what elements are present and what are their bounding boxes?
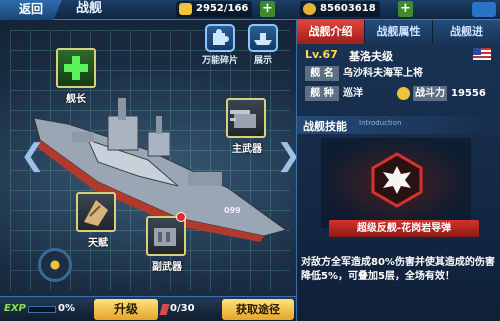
exp-bar [28, 306, 56, 313]
add-cross-icon [64, 56, 88, 80]
info-panel: 战舰介绍 战舰属性 战舰进 Lv.67 基洛夫级 舰 名 乌沙科夫海军上将 舰 … [296, 20, 500, 321]
combat-power-value: 19556 [451, 88, 486, 99]
talent-slot[interactable] [76, 192, 116, 232]
tab-ship-attributes[interactable]: 战舰属性 [365, 20, 433, 44]
gold-coin-icon [303, 3, 316, 15]
page-title: 战舰 [76, 1, 103, 16]
captain-label: 舰长 [66, 94, 86, 105]
skills-header: 战舰技能 Introduction [297, 116, 500, 134]
ship-type-label: 舰 种 [305, 86, 339, 101]
ship-name-value: 乌沙科夫海军上将 [343, 68, 423, 79]
showcase-label: 展示 [254, 56, 273, 66]
panel-tabs: 战舰介绍 战舰属性 战舰进 [297, 20, 500, 44]
upgrade-button[interactable]: 升级 [94, 299, 158, 320]
ship-class: 基洛夫级 [349, 50, 393, 63]
gold-counter: 85603618 [300, 1, 380, 17]
skills-subtitle: Introduction [359, 119, 402, 127]
bottom-bar: EXP 0% 升级 0/30 获取途径 [0, 296, 296, 321]
talent-scroll-icon [84, 200, 108, 226]
fragment-icon [159, 304, 170, 315]
sub-weapon-slot[interactable] [146, 216, 186, 256]
skill-name-banner: 超级反舰-花岗岩导弹 [329, 220, 479, 237]
ship-info: Lv.67 基洛夫级 舰 名 乌沙科夫海军上将 舰 种 巡洋 战斗力 19556 [301, 44, 497, 114]
add-fuel-button[interactable]: + [260, 1, 275, 17]
combat-power-icon [397, 87, 410, 100]
tab-ship-advance[interactable]: 战舰进 [433, 20, 500, 44]
fuel-icon [179, 3, 192, 15]
sub-weapon-launcher-icon [154, 228, 176, 246]
top-bar: 返回 战舰 2952/166 + 85603618 + [0, 0, 500, 20]
radar-icon [38, 248, 72, 282]
ship-level: Lv.67 [305, 48, 338, 61]
usa-flag-icon [473, 48, 491, 60]
gem-icon[interactable] [472, 2, 496, 17]
puzzle-icon [213, 29, 229, 45]
exp-label: EXP [4, 303, 26, 314]
hull-number: 099 [224, 206, 241, 215]
main-weapon-label: 主武器 [232, 144, 262, 155]
notification-dot-icon [176, 212, 186, 222]
main-gun-turret-icon [230, 110, 256, 128]
ship-type-row: 舰 种 巡洋 [305, 86, 395, 101]
universal-fragment-label: 万能碎片 [202, 56, 239, 66]
tab-ship-intro[interactable]: 战舰介绍 [297, 20, 365, 44]
exp-percent: 0% [58, 303, 75, 314]
captain-slot[interactable] [56, 48, 96, 88]
missile-explosion-icon[interactable] [369, 152, 425, 208]
combat-power-row: 战斗力 19556 [413, 86, 497, 101]
skills-title: 战舰技能 [303, 120, 347, 133]
skill-description: 对敌方全军造成80%伤害并使其造成的伤害降低5%，可叠加5层，全场有效！ [301, 257, 495, 282]
main-weapon-slot[interactable] [226, 98, 266, 138]
skill-display [321, 138, 471, 228]
showcase-button[interactable] [248, 24, 278, 52]
sub-weapon-label: 副武器 [152, 262, 182, 273]
prev-ship-arrow-icon[interactable]: ❮ [20, 138, 45, 173]
add-gold-button[interactable]: + [398, 1, 413, 17]
fragment-count: 0/30 [170, 303, 195, 314]
combat-power-label: 战斗力 [413, 86, 447, 101]
ship-type-value: 巡洋 [343, 88, 363, 99]
ship-showcase-icon [254, 33, 272, 45]
ship-name-row: 舰 名 乌沙科夫海军上将 [305, 66, 497, 81]
gold-value: 85603618 [320, 3, 376, 14]
fuel-counter: 2952/166 [176, 1, 253, 17]
ship-name-label: 舰 名 [305, 66, 339, 81]
fuel-value: 2952/166 [196, 3, 249, 14]
talent-label: 天赋 [88, 238, 108, 249]
universal-fragment-button[interactable] [205, 24, 235, 52]
ship-display: 099 ❮ ❯ 万能碎片 展示 舰长 主武器 天赋 副武器 [0, 20, 301, 310]
back-button[interactable]: 返回 [0, 0, 62, 20]
get-source-button[interactable]: 获取途径 [222, 299, 294, 320]
